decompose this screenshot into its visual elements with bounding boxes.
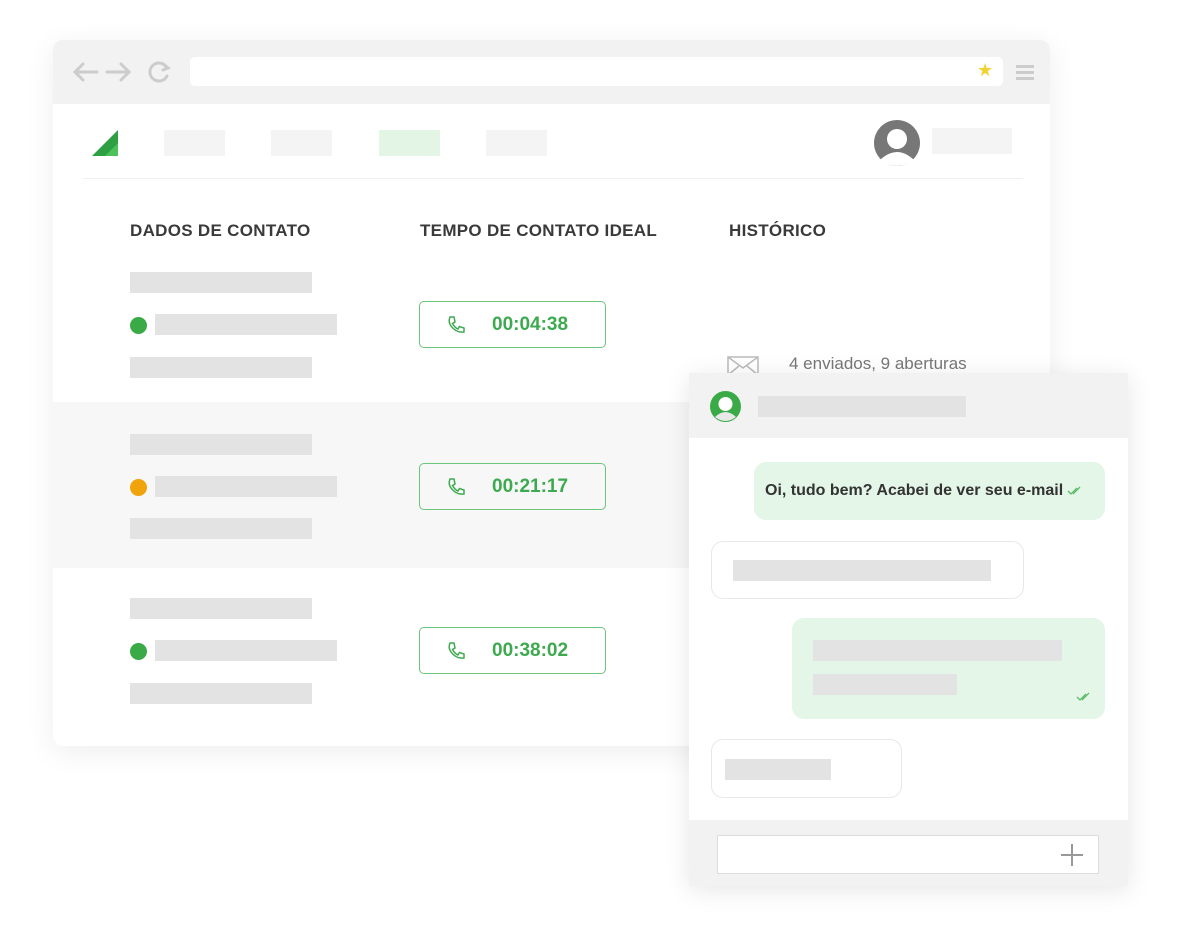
placeholder (130, 434, 312, 455)
placeholder (155, 476, 337, 497)
nav-arrows-icon[interactable] (71, 60, 171, 84)
chat-footer (689, 820, 1128, 886)
nav-item[interactable] (486, 130, 547, 156)
placeholder (130, 683, 312, 704)
placeholder (155, 314, 337, 335)
plus-icon[interactable] (1060, 843, 1084, 867)
star-icon[interactable]: ★ (977, 60, 993, 81)
address-bar[interactable] (190, 57, 1003, 86)
chat-header (689, 373, 1128, 438)
message-input[interactable] (717, 835, 1099, 874)
double-check-icon (1067, 486, 1081, 495)
column-header: DADOS DE CONTATO (130, 221, 311, 240)
placeholder (130, 272, 312, 293)
placeholder (130, 518, 312, 539)
contact-avatar-icon (710, 391, 741, 422)
timer-value: 00:21:17 (492, 475, 569, 497)
phone-icon (448, 315, 465, 333)
nav-item-active[interactable] (379, 130, 440, 156)
placeholder (130, 357, 312, 378)
history-text: 4 enviados, 9 aberturas (789, 354, 967, 373)
message-outgoing: Oi, tudo bem? Acabei de ver seu e-mail (754, 462, 1105, 520)
browser-toolbar: ★ (53, 40, 1050, 104)
message-incoming (711, 739, 902, 798)
phone-icon (448, 477, 465, 495)
call-timer-button[interactable]: 00:04:38 (419, 301, 606, 348)
status-dot (130, 317, 147, 334)
menu-icon[interactable] (1016, 64, 1034, 80)
divider (83, 178, 1023, 179)
timer-value: 00:38:02 (492, 639, 569, 661)
status-dot (130, 479, 147, 496)
nav-item[interactable] (271, 130, 332, 156)
status-dot (130, 643, 147, 660)
contact-name-placeholder (758, 396, 966, 417)
message-outgoing (792, 618, 1105, 719)
timer-value: 00:04:38 (492, 313, 569, 335)
call-timer-button[interactable]: 00:21:17 (419, 463, 606, 510)
column-header: TEMPO DE CONTATO IDEAL (420, 221, 658, 240)
message-incoming (711, 541, 1024, 599)
nav-item[interactable] (164, 130, 225, 156)
chat-panel: Oi, tudo bem? Acabei de ver seu e-mail (689, 373, 1128, 886)
user-name-placeholder (932, 128, 1012, 154)
call-timer-button[interactable]: 00:38:02 (419, 627, 606, 674)
placeholder (130, 598, 312, 619)
logo-icon (92, 130, 118, 156)
message-text: Oi, tudo bem? Acabei de ver seu e-mail (765, 482, 1064, 499)
phone-icon (448, 641, 465, 659)
avatar[interactable] (874, 120, 920, 166)
double-check-icon (1076, 692, 1090, 701)
placeholder (155, 640, 337, 661)
column-header: HISTÓRICO (729, 221, 827, 240)
